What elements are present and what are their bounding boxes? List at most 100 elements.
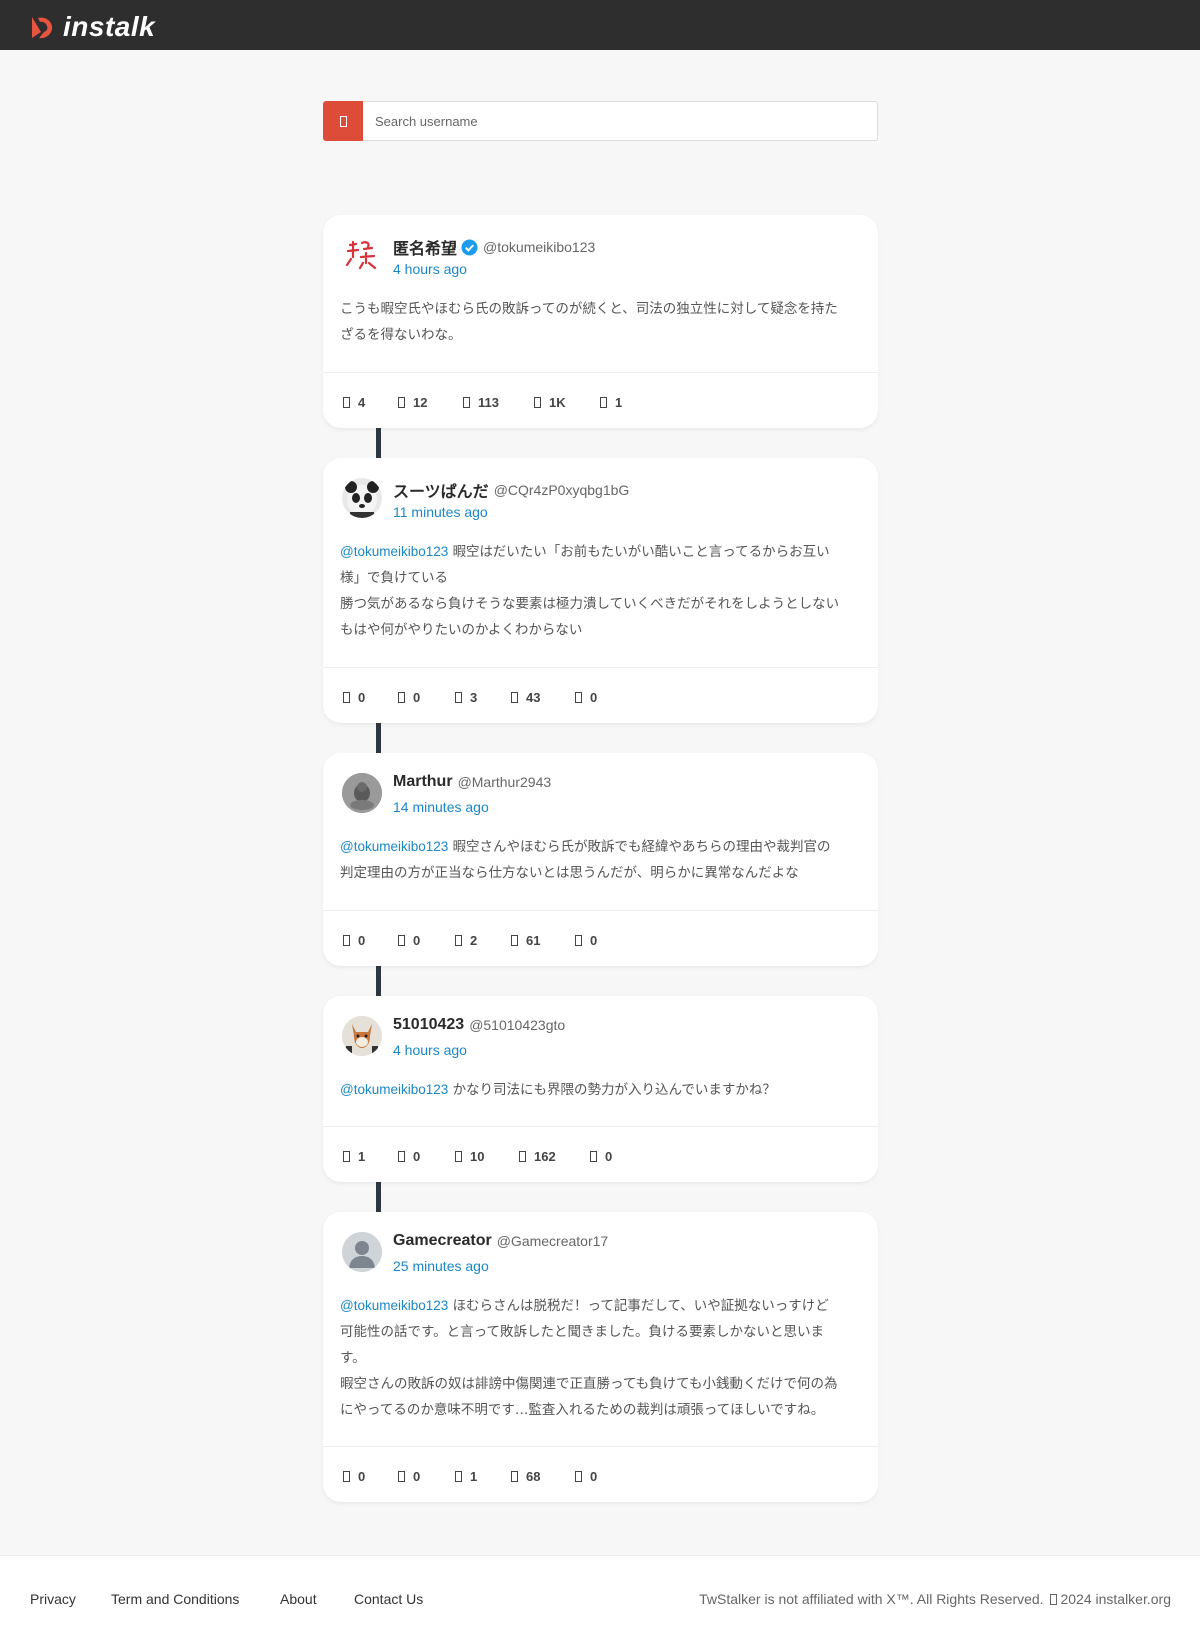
bookmark-count-value: 0	[590, 933, 598, 948]
view-count[interactable]: 61	[511, 933, 540, 948]
mention-link[interactable]: @tokumeikibo123	[340, 1298, 448, 1313]
avatar-image	[342, 1016, 382, 1056]
post-stats: 4 12 113 1K 1	[323, 372, 878, 428]
like-icon	[463, 397, 470, 408]
avatar[interactable]	[342, 235, 382, 275]
reply-icon	[343, 692, 350, 703]
bookmark-icon	[600, 397, 607, 408]
retweet-count[interactable]: 0	[398, 1149, 420, 1164]
post-author-name[interactable]: 51010423	[393, 1016, 464, 1034]
footer-link-about[interactable]: About	[280, 1591, 317, 1607]
retweet-count[interactable]: 12	[398, 395, 427, 410]
like-count[interactable]: 2	[455, 933, 477, 948]
reply-count-value: 0	[358, 690, 366, 705]
view-count-value: 162	[534, 1149, 556, 1164]
view-count[interactable]: 68	[511, 1469, 540, 1484]
post-author-handle[interactable]: @CQr4zP0xyqbg1bG	[494, 482, 630, 498]
post-timestamp[interactable]: 11 minutes ago	[393, 504, 488, 520]
thread-connector	[376, 966, 381, 996]
site-logo[interactable]: instalk	[29, 13, 156, 41]
post-text-line: にやってるのか意味不明です…監査入れるための裁判は頑張ってほしいですね。	[340, 1402, 825, 1418]
retweet-count[interactable]: 0	[398, 1469, 420, 1484]
post-text-line: ほむらさんは脱税だ！って記事だして、いや証拠ないっすけど	[452, 1298, 829, 1314]
bookmark-count-value: 0	[605, 1149, 613, 1164]
like-count[interactable]: 10	[455, 1149, 484, 1164]
bookmark-icon	[575, 692, 582, 703]
avatar[interactable]	[342, 478, 382, 518]
mention-link[interactable]: @tokumeikibo123	[340, 544, 448, 559]
post-author-handle[interactable]: @tokumeikibo123	[483, 239, 595, 255]
post-text-line: ざるを得ないわな。	[340, 327, 462, 343]
logo-text: instalk	[63, 13, 156, 41]
retweet-count[interactable]: 0	[398, 933, 420, 948]
post-author-handle[interactable]: @Marthur2943	[458, 774, 552, 790]
like-count[interactable]: 1	[455, 1469, 477, 1484]
top-navbar: instalk	[0, 0, 1200, 50]
bookmark-count[interactable]: 1	[600, 395, 622, 410]
avatar-image	[345, 240, 377, 270]
retweet-icon	[398, 935, 405, 946]
footer-link-terms[interactable]: Term and Conditions	[111, 1591, 239, 1607]
reply-count-value: 0	[358, 933, 366, 948]
post-timestamp[interactable]: 4 hours ago	[393, 1042, 467, 1058]
thread-connector	[376, 1182, 381, 1212]
post-timestamp[interactable]: 4 hours ago	[393, 261, 467, 277]
bookmark-count[interactable]: 0	[575, 1469, 597, 1484]
reply-icon	[343, 1471, 350, 1482]
post-author-handle[interactable]: @Gamecreator17	[497, 1233, 608, 1249]
like-count-value: 2	[470, 933, 478, 948]
post-text-line: 様」で負けている	[340, 570, 448, 586]
view-count[interactable]: 162	[519, 1149, 556, 1164]
post-card: Marthur @Marthur2943 14 minutes ago @tok…	[323, 753, 878, 966]
post-author-name[interactable]: スーツぱんだ	[393, 478, 489, 502]
post-timestamp[interactable]: 14 minutes ago	[393, 799, 489, 815]
retweet-count-value: 0	[413, 933, 421, 948]
bookmark-icon	[590, 1151, 597, 1162]
bookmark-icon	[575, 1471, 582, 1482]
mention-link[interactable]: @tokumeikibo123	[340, 1082, 448, 1097]
post-author-name[interactable]: Marthur	[393, 773, 453, 791]
post-author-name[interactable]: Gamecreator	[393, 1232, 492, 1250]
avatar[interactable]	[342, 1232, 382, 1272]
copyright-icon	[1050, 1594, 1058, 1605]
post-stats: 0 0 3 43 0	[323, 667, 878, 723]
retweet-count[interactable]: 0	[398, 690, 420, 705]
footer-link-privacy[interactable]: Privacy	[30, 1591, 76, 1607]
like-icon	[455, 935, 462, 946]
like-count[interactable]: 3	[455, 690, 477, 705]
mention-link[interactable]: @tokumeikibo123	[340, 839, 448, 854]
reply-count[interactable]: 0	[343, 933, 365, 948]
retweet-count-value: 0	[413, 1469, 421, 1484]
retweet-count-value: 12	[413, 395, 428, 410]
search-button[interactable]	[323, 101, 363, 141]
reply-icon	[343, 935, 350, 946]
like-count-value: 1	[470, 1469, 478, 1484]
post-author-name[interactable]: 匿名希望	[393, 235, 457, 259]
reply-count[interactable]: 1	[343, 1149, 365, 1164]
retweet-icon	[398, 397, 405, 408]
reply-count-value: 4	[358, 395, 366, 410]
thread-connector	[376, 723, 381, 753]
footer-link-contact[interactable]: Contact Us	[354, 1591, 423, 1607]
post-author-handle[interactable]: @51010423gto	[469, 1017, 565, 1033]
reply-count[interactable]: 4	[343, 395, 365, 410]
bookmark-count[interactable]: 0	[590, 1149, 612, 1164]
search-input[interactable]	[363, 101, 878, 141]
bookmark-count-value: 0	[590, 690, 598, 705]
reply-count[interactable]: 0	[343, 1469, 365, 1484]
reply-count[interactable]: 0	[343, 690, 365, 705]
like-count-value: 113	[478, 395, 499, 410]
search-bar	[323, 101, 878, 141]
avatar[interactable]	[342, 773, 382, 813]
post-text: こうも暇空氏やほむら氏の敗訴ってのが続くと、司法の独立性に対して疑念を持た ざる…	[323, 287, 878, 348]
view-count[interactable]: 43	[511, 690, 540, 705]
post-text-line: 暇空さんやほむら氏が敗訴でも経緯やあちらの理由や裁判官の	[452, 839, 831, 855]
like-count[interactable]: 113	[463, 395, 499, 410]
default-avatar-icon	[342, 1232, 382, 1272]
view-count[interactable]: 1K	[534, 395, 566, 410]
bookmark-count[interactable]: 0	[575, 690, 597, 705]
avatar[interactable]	[342, 1016, 382, 1056]
post-text-line: す。	[340, 1350, 366, 1366]
post-timestamp[interactable]: 25 minutes ago	[393, 1258, 489, 1274]
bookmark-count[interactable]: 0	[575, 933, 597, 948]
